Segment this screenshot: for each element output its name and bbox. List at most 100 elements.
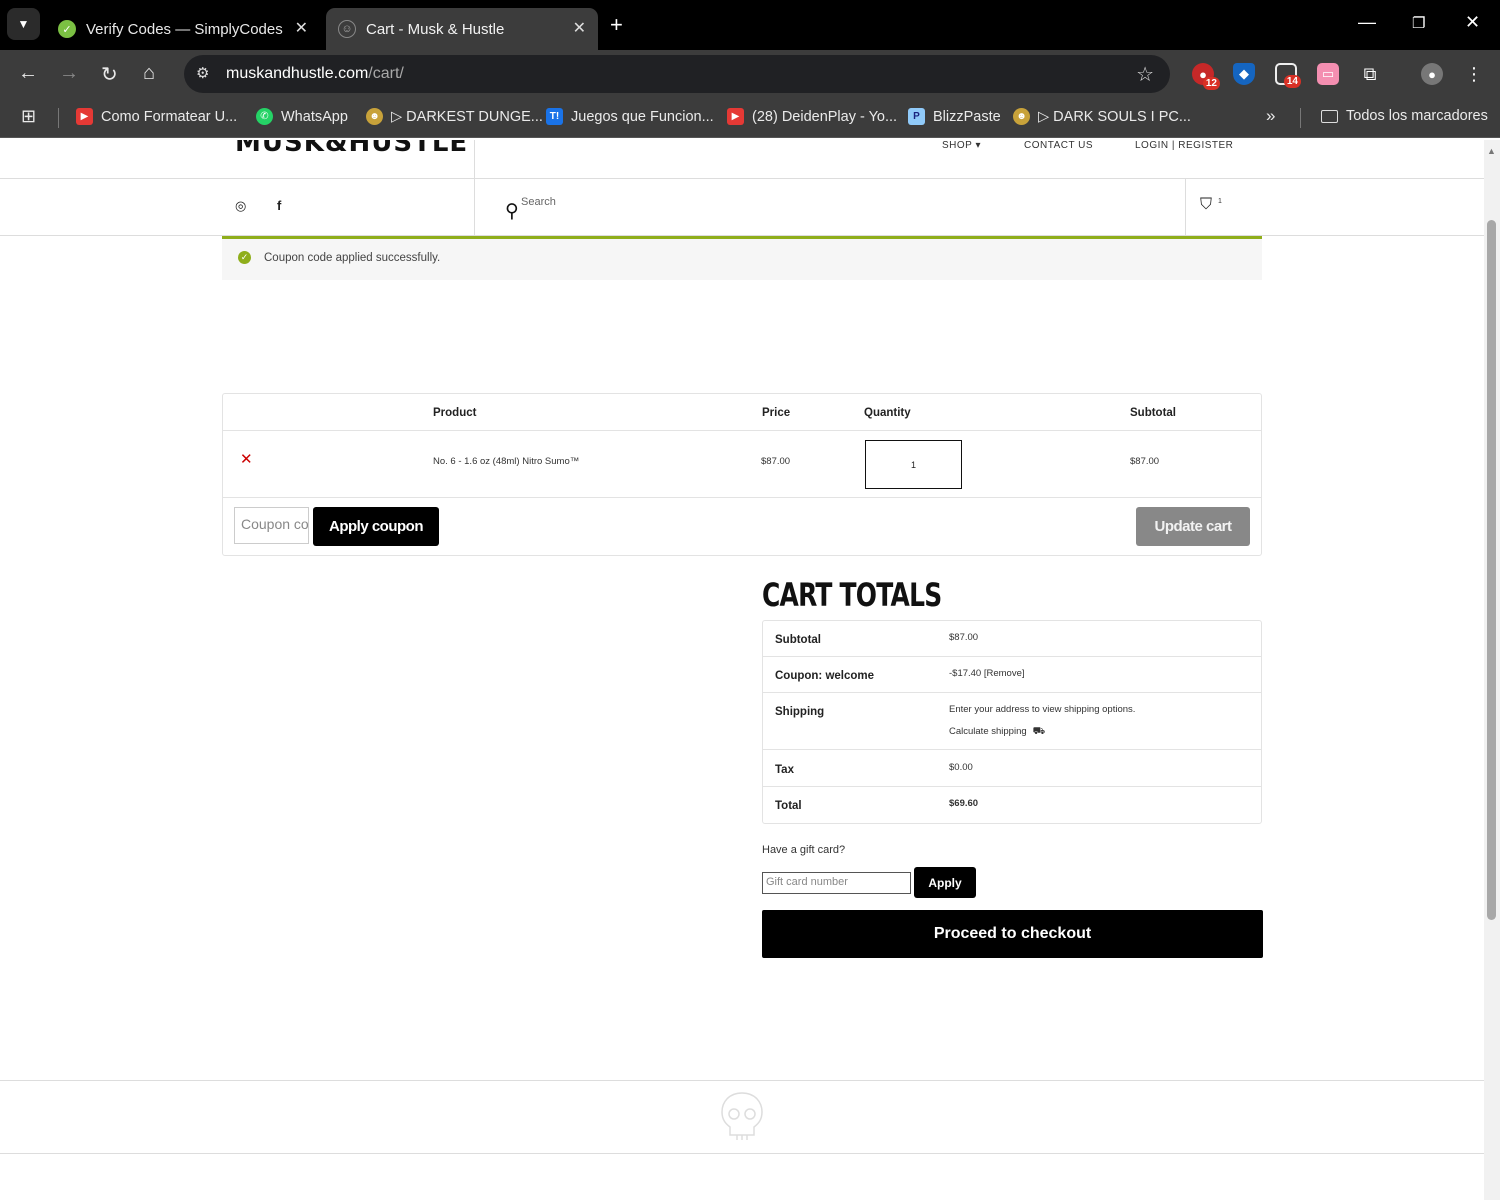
forward-icon[interactable]: → <box>59 62 79 85</box>
remove-item-icon[interactable]: ✕ <box>240 450 253 468</box>
profile-avatar[interactable]: ● <box>1421 63 1443 85</box>
close-tab-icon[interactable]: ✕ <box>295 18 308 38</box>
more-bookmarks-icon[interactable]: » <box>1266 106 1275 126</box>
tax-value: $0.00 <box>949 762 973 773</box>
apps-grid-icon[interactable]: ⊞ <box>21 106 36 127</box>
search-input[interactable]: Search <box>521 196 556 208</box>
nav-shop[interactable]: SHOP ▾ <box>942 140 981 151</box>
divider <box>763 656 1261 657</box>
check-circle-icon: ✓ <box>238 251 251 264</box>
extension-screen-icon[interactable]: 14 <box>1275 63 1301 88</box>
tab-cart[interactable]: ☺ Cart - Musk & Hustle ✕ <box>326 8 598 50</box>
footer-divider <box>0 1153 1484 1154</box>
close-window-icon[interactable]: ✕ <box>1465 12 1480 33</box>
product-subtotal: $87.00 <box>1130 456 1160 467</box>
bookmark-item[interactable]: P BlizzPaste <box>908 108 1001 125</box>
youtube-icon: ▶ <box>727 108 744 125</box>
page-content: MUSK&HUSTLE SHOP ▾ CONTACT US LOGIN | RE… <box>0 140 1484 1200</box>
divider <box>763 692 1261 693</box>
search-icon[interactable]: ⚲ <box>505 200 519 223</box>
footer-divider <box>0 1080 1484 1081</box>
new-tab-icon[interactable]: + <box>610 12 623 38</box>
tab-search-button[interactable]: ▼ <box>7 8 40 40</box>
game-icon: ☻ <box>366 108 383 125</box>
bookmark-item[interactable]: T! Juegos que Funcion... <box>546 108 714 125</box>
extensions-puzzle-icon[interactable]: ⧉ <box>1359 63 1381 85</box>
divider <box>1185 178 1186 235</box>
total-value: $69.60 <box>949 798 979 809</box>
reload-icon[interactable]: ↻ <box>101 62 118 87</box>
nav-contact[interactable]: CONTACT US <box>1024 140 1093 151</box>
subtotal-label: Subtotal <box>775 634 821 646</box>
skull-icon: ☺ <box>338 20 356 38</box>
skull-logo-icon <box>721 1092 763 1140</box>
site-logo[interactable]: MUSK&HUSTLE <box>235 140 468 158</box>
column-header-subtotal: Subtotal <box>1130 407 1176 419</box>
extension-red-icon[interactable]: ● 12 <box>1192 63 1220 90</box>
tax-label: Tax <box>775 764 794 776</box>
bookmark-star-icon[interactable]: ☆ <box>1136 62 1154 87</box>
bookmark-item[interactable]: ☻ ▷ DARKEST DUNGE... <box>366 108 543 125</box>
coupon-discount-value[interactable]: -$17.40 [Remove] <box>949 668 1025 679</box>
shopping-bag-icon[interactable]: ⛉ <box>1200 196 1212 214</box>
calculate-shipping-link[interactable]: Calculate shipping ⛟ <box>949 726 1045 739</box>
instagram-icon[interactable]: ◎ <box>235 198 246 214</box>
gift-card-question: Have a gift card? <box>762 844 846 856</box>
subtotal-value: $87.00 <box>949 632 979 643</box>
divider <box>763 786 1261 787</box>
tab-simplycodes[interactable]: ✓ Verify Codes — SimplyCodes ✕ <box>46 8 320 50</box>
blizzpaste-icon: P <box>908 108 925 125</box>
tab-title: Verify Codes — SimplyCodes <box>86 20 283 38</box>
bookmarks-bar: ⊞ ▶ Como Formatear U... ✆ WhatsApp ☻ ▷ DARK… <box>0 98 1500 138</box>
site-info-icon[interactable]: ⚙ <box>196 64 209 82</box>
game-icon: ☻ <box>1013 108 1030 125</box>
scrollbar-thumb[interactable] <box>1487 220 1496 920</box>
back-icon[interactable]: ← <box>18 62 38 85</box>
proceed-to-checkout-button[interactable]: Proceed to checkout <box>762 910 1263 958</box>
bookmark-item[interactable]: ✆ WhatsApp <box>256 108 348 125</box>
cart-table: Product Price Quantity Subtotal ✕ No. 6 … <box>222 393 1262 556</box>
shield-extension-icon[interactable]: ◆ <box>1233 63 1255 85</box>
tab-bar: ▼ ✓ Verify Codes — SimplyCodes ✕ ☺ Cart … <box>0 0 1500 50</box>
cart-totals-heading: CART TOTALS <box>762 576 942 614</box>
divider <box>223 497 1261 498</box>
minimize-icon[interactable]: — <box>1358 12 1376 33</box>
scroll-up-arrow-icon[interactable]: ▲ <box>1487 146 1496 156</box>
column-header-product: Product <box>433 407 477 419</box>
apply-coupon-button[interactable]: Apply coupon <box>313 507 439 546</box>
nav-login-register[interactable]: LOGIN | REGISTER <box>1135 140 1233 151</box>
divider <box>223 430 1261 431</box>
gift-card-input[interactable]: Gift card number <box>762 872 911 894</box>
folder-icon <box>1321 109 1338 123</box>
gift-card-apply-button[interactable]: Apply <box>914 867 976 898</box>
close-tab-icon[interactable]: ✕ <box>573 18 586 38</box>
truck-icon: ⛟ <box>1032 726 1046 737</box>
facebook-icon[interactable]: f <box>277 198 281 213</box>
bookmark-item[interactable]: ▶ (28) DeidenPlay - Yo... <box>727 108 897 125</box>
divider <box>763 749 1261 750</box>
extension-pink-icon[interactable]: ▭ <box>1317 63 1339 85</box>
column-header-quantity: Quantity <box>864 407 911 419</box>
t-icon: T! <box>546 108 563 125</box>
address-bar[interactable]: ⚙ muskandhustle.com/cart/ ☆ <box>184 55 1170 93</box>
product-name[interactable]: No. 6 - 1.6 oz (48ml) Nitro Sumo™ <box>433 456 579 467</box>
coupon-code-input[interactable]: Coupon code <box>234 507 309 544</box>
divider <box>0 178 1484 179</box>
bookmark-item[interactable]: ☻ ▷ DARK SOULS I PC... <box>1013 108 1191 125</box>
coupon-label: Coupon: welcome <box>775 670 875 682</box>
browser-toolbar: ← → ↻ ⌂ ⚙ muskandhustle.com/cart/ ☆ ● 12 … <box>0 50 1500 98</box>
update-cart-button[interactable]: Update cart <box>1136 507 1250 546</box>
quantity-input[interactable]: 1 <box>865 440 962 489</box>
bookmark-item[interactable]: ▶ Como Formatear U... <box>76 108 237 125</box>
divider <box>474 140 475 235</box>
restore-icon[interactable]: ❐ <box>1412 14 1425 32</box>
tab-title: Cart - Musk & Hustle <box>366 20 505 38</box>
cart-count-badge: 1 <box>1218 198 1222 205</box>
divider <box>58 108 59 128</box>
menu-kebab-icon[interactable]: ⋮ <box>1463 63 1485 85</box>
whatsapp-icon: ✆ <box>256 108 273 125</box>
divider <box>1300 108 1301 128</box>
home-icon[interactable]: ⌂ <box>143 62 155 85</box>
page-scrollbar[interactable]: ▲ <box>1484 140 1500 1200</box>
all-bookmarks-folder[interactable]: Todos los marcadores <box>1321 108 1488 124</box>
